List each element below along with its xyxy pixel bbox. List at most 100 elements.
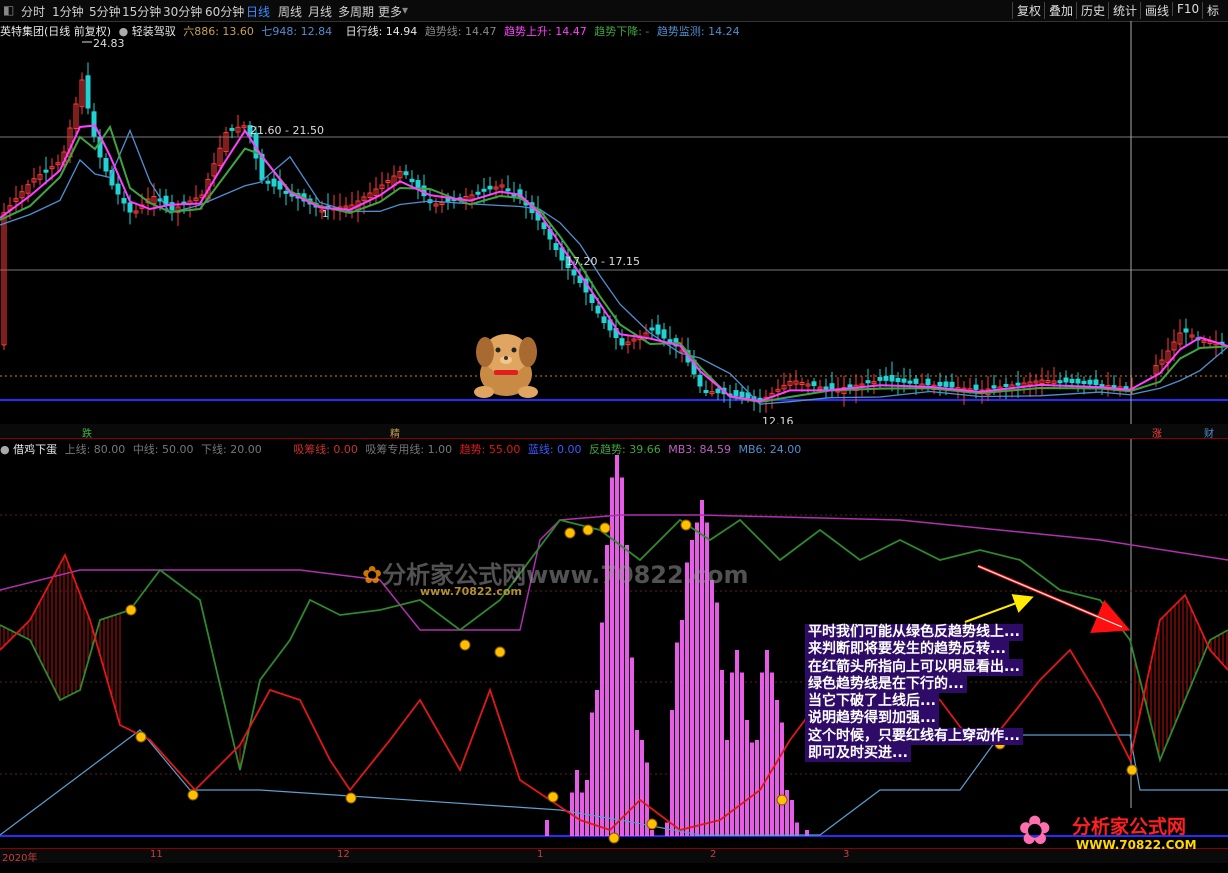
- volume-bar: [750, 742, 754, 836]
- candle-body: [1063, 377, 1069, 383]
- volume-bar: [720, 670, 724, 836]
- candle-body: [1075, 378, 1081, 384]
- volume-bar: [670, 710, 674, 836]
- annotation-line: 绿色趋势线是在下行的...: [805, 675, 967, 694]
- coin-signal-icon: [125, 604, 137, 616]
- candle-body: [115, 183, 121, 195]
- candle-body: [1081, 380, 1087, 384]
- candle-body: [505, 188, 511, 192]
- candle-body: [283, 190, 289, 194]
- coin-signal-icon: [187, 789, 199, 801]
- candle-body: [103, 158, 109, 172]
- candle-body: [271, 178, 277, 187]
- volume-bar: [725, 740, 729, 836]
- candle-body: [739, 391, 745, 398]
- annotation-line: 来判断即将要发生的趋势反转...: [805, 641, 1009, 659]
- coin-signal-icon: [345, 792, 357, 804]
- tab-daily[interactable]: 日线: [246, 3, 270, 20]
- candle-body: [877, 377, 883, 381]
- tab-weekly[interactable]: 周线: [278, 3, 302, 20]
- tab-monthly[interactable]: 月线: [308, 3, 332, 20]
- tab-more[interactable]: 更多: [378, 3, 402, 20]
- candle-body: [229, 127, 235, 131]
- date-label: 2: [710, 849, 717, 860]
- tab-30min[interactable]: 30分钟: [163, 3, 202, 20]
- tab-multi-period[interactable]: 多周期: [338, 3, 374, 20]
- volume-bar: [710, 580, 714, 836]
- tab-60min[interactable]: 60分钟: [205, 3, 244, 20]
- coin-signal-icon: [494, 646, 506, 658]
- stats-button[interactable]: 统计: [1108, 2, 1141, 19]
- annotation-line: 这个时候，只要红线有上穿动作...: [805, 727, 1023, 746]
- candle-body: [619, 338, 625, 346]
- candle-body: [1057, 380, 1063, 384]
- flower-logo-icon: ✿: [362, 561, 383, 589]
- candle-body: [847, 384, 853, 388]
- period-toolbar: ◧ 分时 1分钟 5分钟 15分钟 30分钟 60分钟 日线 周线 月线 多周期…: [0, 0, 1228, 22]
- coin-signal-icon: [680, 519, 692, 531]
- volume-bar: [700, 500, 704, 836]
- fuquan-button[interactable]: 复权: [1012, 2, 1045, 19]
- tab-1min[interactable]: 1分钟: [52, 3, 84, 20]
- volume-bar: [640, 740, 644, 836]
- volume-bar: [770, 672, 774, 836]
- high-price-label: 24.83: [93, 37, 125, 50]
- candle-body: [85, 75, 91, 109]
- candle-body: [1069, 378, 1075, 384]
- coin-signal-icon: [608, 832, 620, 844]
- volume-bar: [595, 690, 599, 836]
- draw-line-button[interactable]: 画线: [1140, 2, 1173, 19]
- candle-body: [655, 324, 661, 335]
- coin-signal-icon: [599, 522, 611, 534]
- volume-bar: [620, 477, 624, 836]
- tab-15min[interactable]: 15分钟: [122, 3, 161, 20]
- panel-divider: [0, 438, 1228, 439]
- candle-body: [715, 388, 721, 394]
- candle-body: [907, 380, 913, 384]
- date-label: 11: [150, 849, 163, 860]
- volume-bar: [575, 770, 579, 836]
- candle-body: [889, 374, 895, 382]
- coin-signal-icon: [776, 794, 788, 806]
- overlay-button[interactable]: 叠加: [1044, 2, 1077, 19]
- candle-body: [127, 202, 133, 213]
- candle-body: [661, 329, 667, 339]
- candle-body: [1183, 328, 1189, 333]
- volume-bar: [600, 622, 604, 836]
- date-label: 12: [337, 849, 350, 860]
- tab-5min[interactable]: 5分钟: [89, 3, 121, 20]
- candle-body: [481, 188, 487, 192]
- site-logo-url: WWW.70822.COM: [1076, 838, 1197, 852]
- candle-body: [1015, 382, 1021, 386]
- history-button[interactable]: 历史: [1076, 2, 1109, 19]
- price-chart[interactable]: 24.83 21.60 - 21.50 17.20 - 17.15 12.16 …: [0, 21, 1228, 808]
- candle-body: [703, 389, 709, 393]
- candle-body: [973, 384, 979, 390]
- annotation-line: 平时我们可能从绿色反趋势线上...: [805, 624, 1023, 642]
- candle-body: [943, 381, 949, 387]
- candle-body: [1093, 379, 1099, 385]
- tab-fenshi[interactable]: 分时: [21, 3, 45, 20]
- coin-signal-icon: [564, 527, 576, 539]
- coin-signal-icon: [547, 791, 559, 803]
- candle-body: [1087, 379, 1093, 385]
- annotation-box: 平时我们可能从绿色反趋势线上... 来判断即将要发生的趋势反转... 在红箭头所…: [805, 624, 1080, 763]
- candle-body: [865, 380, 871, 384]
- volume-bar: [790, 800, 794, 836]
- date-label: 2020年: [2, 853, 38, 864]
- toolbar-toggle-icon[interactable]: ◧: [3, 3, 14, 17]
- candle-body: [649, 327, 655, 331]
- range1-label: 21.60 - 21.50: [250, 124, 324, 137]
- candle-body: [823, 386, 829, 390]
- candle-body: [667, 339, 673, 343]
- volume-bar: [680, 620, 684, 836]
- more-chevron-icon[interactable]: ▾: [402, 3, 408, 17]
- volume-bar: [780, 722, 784, 836]
- mark-button[interactable]: 标: [1202, 2, 1223, 19]
- volume-bar: [755, 740, 759, 836]
- candle-body: [409, 178, 415, 183]
- coin-signal-icon: [582, 524, 594, 536]
- volume-bar: [590, 712, 594, 836]
- coin-signal-icon: [646, 818, 658, 830]
- f10-button[interactable]: F10: [1172, 2, 1203, 16]
